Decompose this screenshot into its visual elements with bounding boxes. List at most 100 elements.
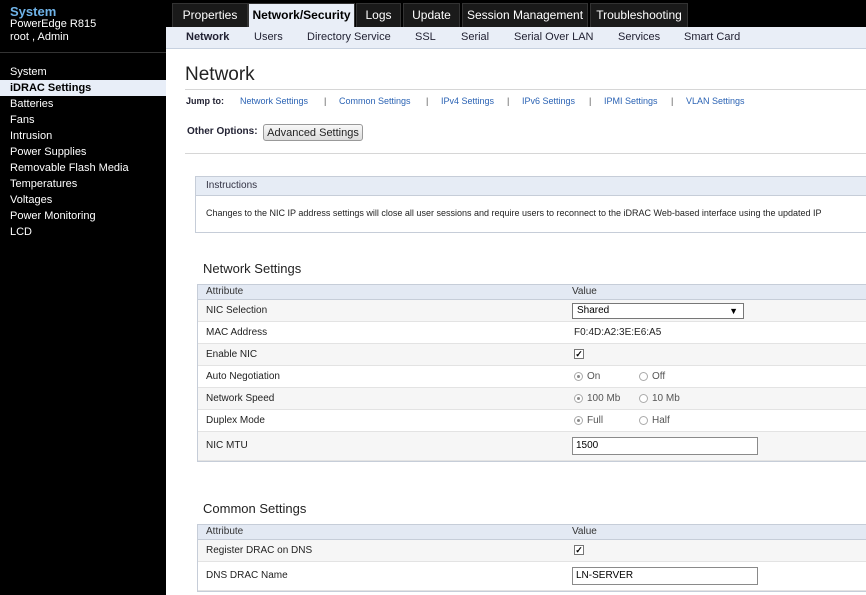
auto-negotiation-label: Auto Negotiation <box>206 371 280 382</box>
jump-separator: | <box>507 96 510 106</box>
common-settings-table: Attribute Value Register DRAC on DNS ✓ D… <box>197 524 866 592</box>
system-title-link[interactable]: System <box>10 4 56 19</box>
sidebar-item-lcd[interactable]: LCD <box>0 224 166 240</box>
register-dns-checkbox[interactable]: ✓ <box>574 545 584 555</box>
page-title: Network <box>185 64 255 85</box>
tab-properties[interactable]: Properties <box>172 3 248 27</box>
auto-negotiation-off-radio[interactable] <box>639 372 648 381</box>
instructions-text: Changes to the NIC IP address settings w… <box>206 208 822 218</box>
tab-update[interactable]: Update <box>403 3 460 27</box>
nic-selection-label: NIC Selection <box>206 305 268 316</box>
system-tree-sidebar: System PowerEdge R815 root , Admin Syste… <box>0 0 166 595</box>
sidebar-item-removable-flash-media[interactable]: Removable Flash Media <box>0 160 166 176</box>
table-row: Network Speed 100 Mb 10 Mb <box>198 388 866 410</box>
subtab-serial-over-lan[interactable]: Serial Over LAN <box>514 31 593 43</box>
subtab-ssl[interactable]: SSL <box>415 31 436 43</box>
network-speed-10-label: 10 Mb <box>652 393 680 404</box>
jump-ipv4-settings-link[interactable]: IPv4 Settings <box>441 96 494 106</box>
auto-negotiation-on-label: On <box>587 371 601 382</box>
jump-vlan-settings-link[interactable]: VLAN Settings <box>686 96 745 106</box>
table-row: NIC MTU 1500 <box>198 432 866 461</box>
dns-drac-name-label: DNS DRAC Name <box>206 570 288 581</box>
subtab-network[interactable]: Network <box>186 31 229 43</box>
dropdown-arrow-icon: ▼ <box>729 306 738 316</box>
title-rule <box>185 89 866 90</box>
auto-negotiation-on-radio[interactable] <box>574 372 583 381</box>
register-dns-label: Register DRAC on DNS <box>206 545 313 556</box>
sub-tab-bar: Network Users Directory Service SSL Seri… <box>166 27 866 49</box>
subtab-directory-service[interactable]: Directory Service <box>307 31 391 43</box>
subtab-users[interactable]: Users <box>254 31 283 43</box>
duplex-half-label: Half <box>652 415 670 426</box>
sidebar-item-power-monitoring[interactable]: Power Monitoring <box>0 208 166 224</box>
sidebar-item-batteries[interactable]: Batteries <box>0 96 166 112</box>
subtab-serial[interactable]: Serial <box>461 31 489 43</box>
network-speed-10-radio[interactable] <box>639 394 648 403</box>
network-speed-label: Network Speed <box>206 393 275 404</box>
other-options-label: Other Options: <box>187 126 258 137</box>
sidebar-item-power-supplies[interactable]: Power Supplies <box>0 144 166 160</box>
sidebar-item-intrusion[interactable]: Intrusion <box>0 128 166 144</box>
sidebar-tree: System iDRAC Settings Batteries Fans Int… <box>0 64 166 240</box>
auto-negotiation-off-label: Off <box>652 371 666 382</box>
table-row: DNS DRAC Name LN-SERVER <box>198 562 866 591</box>
enable-nic-label: Enable NIC <box>206 349 258 360</box>
sidebar-item-voltages[interactable]: Voltages <box>0 192 166 208</box>
tab-logs[interactable]: Logs <box>356 3 401 27</box>
table-row: MAC Address F0:4D:A2:3E:E6:A5 <box>198 322 866 344</box>
jump-ipmi-settings-link[interactable]: IPMI Settings <box>604 96 658 106</box>
sidebar-item-temperatures[interactable]: Temperatures <box>0 176 166 192</box>
subtab-services[interactable]: Services <box>618 31 660 43</box>
nic-selection-dropdown[interactable]: Shared ▼ <box>572 303 744 319</box>
subtab-smart-card[interactable]: Smart Card <box>684 31 740 43</box>
common-settings-title: Common Settings <box>203 501 307 516</box>
logged-in-user: root , Admin <box>10 31 69 43</box>
instructions-panel: Instructions Changes to the NIC IP addre… <box>195 176 866 233</box>
jump-separator: | <box>324 96 327 106</box>
table-row: Register DRAC on DNS ✓ <box>198 540 866 562</box>
sidebar-item-idrac-settings[interactable]: iDRAC Settings <box>0 80 166 96</box>
duplex-half-radio[interactable] <box>639 416 648 425</box>
column-header-value: Value <box>572 526 597 537</box>
instructions-header: Instructions <box>196 177 866 196</box>
network-speed-100-radio[interactable] <box>574 394 583 403</box>
jump-common-settings-link[interactable]: Common Settings <box>339 96 411 106</box>
jump-network-settings-link[interactable]: Network Settings <box>240 96 308 106</box>
table-header: Attribute Value <box>198 525 866 540</box>
column-header-value: Value <box>572 286 597 297</box>
jump-ipv6-settings-link[interactable]: IPv6 Settings <box>522 96 575 106</box>
table-row: Auto Negotiation On Off <box>198 366 866 388</box>
mac-address-value: F0:4D:A2:3E:E6:A5 <box>574 327 662 338</box>
options-rule <box>185 153 866 154</box>
enable-nic-checkbox[interactable]: ✓ <box>574 349 584 359</box>
sidebar-item-fans[interactable]: Fans <box>0 112 166 128</box>
sidebar-item-system[interactable]: System <box>0 64 166 80</box>
table-row: NIC Selection Shared ▼ <box>198 300 866 322</box>
jump-separator: | <box>426 96 429 106</box>
jump-to-label: Jump to: <box>186 96 224 106</box>
top-tab-bar: Properties Network/Security Logs Update … <box>166 0 866 27</box>
jump-separator: | <box>589 96 592 106</box>
tab-troubleshooting[interactable]: Troubleshooting <box>590 3 688 27</box>
jump-separator: | <box>671 96 674 106</box>
main-content: Network Jump to: Network Settings | Comm… <box>166 49 866 595</box>
advanced-settings-button[interactable]: Advanced Settings <box>263 124 363 141</box>
server-model: PowerEdge R815 <box>10 18 97 30</box>
tab-session-management[interactable]: Session Management <box>462 3 588 27</box>
column-header-attribute: Attribute <box>206 526 244 537</box>
sidebar-divider <box>0 52 166 53</box>
mac-address-label: MAC Address <box>206 327 268 338</box>
network-settings-table: Attribute Value NIC Selection Shared ▼ M… <box>197 284 866 462</box>
table-row: Duplex Mode Full Half <box>198 410 866 432</box>
duplex-full-label: Full <box>587 415 604 426</box>
nic-mtu-input[interactable]: 1500 <box>572 437 758 455</box>
network-speed-100-label: 100 Mb <box>587 393 621 404</box>
duplex-full-radio[interactable] <box>574 416 583 425</box>
dns-drac-name-input[interactable]: LN-SERVER <box>572 567 758 585</box>
column-header-attribute: Attribute <box>206 286 244 297</box>
tab-network-security[interactable]: Network/Security <box>248 3 355 27</box>
table-header: Attribute Value <box>198 285 866 300</box>
table-row: Enable NIC ✓ <box>198 344 866 366</box>
nic-selection-value: Shared <box>577 305 610 316</box>
nic-mtu-label: NIC MTU <box>206 440 248 451</box>
